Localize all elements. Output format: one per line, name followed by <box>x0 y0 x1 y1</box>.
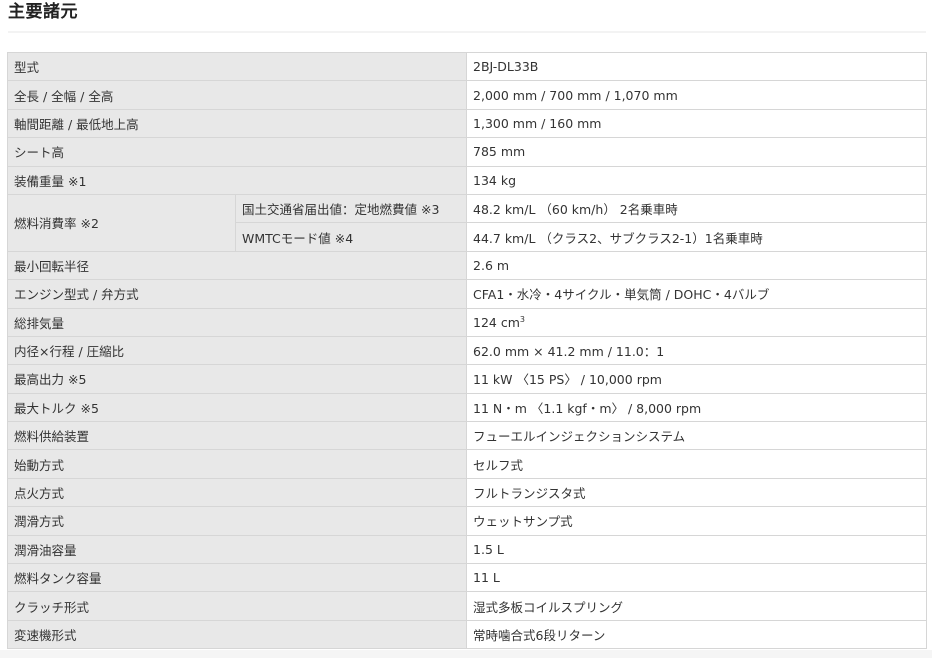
spec-label: シート高 <box>6 137 468 167</box>
table-row: シート高 785 mm <box>6 137 928 167</box>
title-divider <box>8 31 926 33</box>
table-row: 軸間距離 / 最低地上高 1,300 mm / 160 mm <box>6 108 928 139</box>
superscript: 3 <box>519 314 525 324</box>
spec-value: 11 L <box>466 563 928 593</box>
spec-value: CFA1・水冷・4サイクル・単気筒 / DOHC・4バルブ <box>466 279 928 309</box>
spec-value: 2BJ-DL33B <box>466 51 928 82</box>
page-bottom-edge <box>0 650 932 658</box>
spec-label: クラッチ形式 <box>6 591 468 621</box>
spec-value: 124 cm <box>473 314 520 330</box>
spec-sublabel: 国土交通省届出値：定地燃費値 ※3 <box>234 193 468 224</box>
table-row: 全長 / 全幅 / 全高 2,000 mm / 700 mm / 1,070 m… <box>6 80 928 110</box>
table-row: 燃料消費率 ※2 国土交通省届出値：定地燃費値 ※3 48.2 km/L （60… <box>7 193 928 252</box>
table-row: 変速機形式 常時噛合式6段リターン <box>6 619 928 650</box>
spec-value: 2,000 mm / 700 mm / 1,070 mm <box>466 80 928 110</box>
table-row: エンジン型式 / 弁方式 CFA1・水冷・4サイクル・単気筒 / DOHC・4バ… <box>6 279 928 309</box>
spec-value: 常時噛合式6段リターン <box>466 619 928 650</box>
spec-value: 1,300 mm / 160 mm <box>466 108 928 139</box>
spec-value: 785 mm <box>466 137 928 167</box>
spec-label: 潤滑油容量 <box>6 534 468 565</box>
spec-value: フューエルインジェクションシステム <box>466 421 928 451</box>
spec-label: 燃料供給装置 <box>6 421 468 451</box>
table-row: 始動方式 セルフ式 <box>6 449 928 479</box>
spec-value: フルトランジスタ式 <box>466 477 928 508</box>
spec-label: 軸間距離 / 最低地上高 <box>6 108 468 139</box>
spec-label: エンジン型式 / 弁方式 <box>6 279 468 309</box>
table-row: 装備重量 ※1 134 kg <box>6 165 928 195</box>
table-row: 最小回転半径 2.6 m <box>6 250 928 281</box>
spec-label: 最大トルク ※5 <box>6 392 468 423</box>
spec-value: 2.6 m <box>466 250 928 281</box>
spec-value: 134 kg <box>466 165 928 195</box>
table-row: 点火方式 フルトランジスタ式 <box>6 477 928 508</box>
spec-label: 全長 / 全幅 / 全高 <box>6 80 468 110</box>
spec-label: 燃料消費率 ※2 <box>7 193 236 252</box>
spec-label: 潤滑方式 <box>6 506 468 536</box>
spec-value: セルフ式 <box>466 449 928 479</box>
spec-table: 型式 2BJ-DL33B 全長 / 全幅 / 全高 2,000 mm / 700… <box>6 51 928 650</box>
table-row: 燃料タンク容量 11 L <box>6 563 928 593</box>
table-row: 燃料供給装置 フューエルインジェクションシステム <box>6 421 928 451</box>
spec-label: 最高出力 ※5 <box>6 364 468 394</box>
table-row: 総排気量 124 cm3 <box>6 307 928 337</box>
spec-value: 湿式多板コイルスプリング <box>466 591 928 621</box>
table-row: 型式 2BJ-DL33B <box>6 51 928 82</box>
spec-label: 始動方式 <box>6 449 468 479</box>
table-row: 潤滑油容量 1.5 L <box>6 534 928 565</box>
spec-label: 総排気量 <box>6 307 468 337</box>
spec-label: 装備重量 ※1 <box>6 165 468 195</box>
spec-label: 変速機形式 <box>6 619 468 650</box>
spec-value: 1.5 L <box>466 534 928 565</box>
spec-value: 48.2 km/L （60 km/h） 2名乗車時 <box>466 193 928 224</box>
table-row: 内径×行程 / 圧縮比 62.0 mm × 41.2 mm / 11.0：1 <box>6 335 928 366</box>
spec-value: 11 kW 〈15 PS〉 / 10,000 rpm <box>466 364 928 394</box>
table-row: 最高出力 ※5 11 kW 〈15 PS〉 / 10,000 rpm <box>6 364 928 394</box>
table-row: 潤滑方式 ウェットサンプ式 <box>6 506 928 536</box>
spec-value: ウェットサンプ式 <box>466 506 928 536</box>
table-row: クラッチ形式 湿式多板コイルスプリング <box>6 591 928 621</box>
spec-label: 点火方式 <box>6 477 468 508</box>
spec-value: 62.0 mm × 41.2 mm / 11.0：1 <box>466 335 928 366</box>
spec-value-cell: 124 cm3 <box>466 307 928 337</box>
spec-label: 最小回転半径 <box>6 250 468 281</box>
spec-label: 燃料タンク容量 <box>6 563 468 593</box>
spec-value: 11 N・m 〈1.1 kgf・m〉 / 8,000 rpm <box>466 392 928 423</box>
spec-value: 44.7 km/L （クラス2、サブクラス2-1）1名乗車時 <box>466 222 928 252</box>
spec-label: 内径×行程 / 圧縮比 <box>6 335 468 366</box>
page-title: 主要諸元 <box>8 2 78 22</box>
spec-sublabel: WMTCモード値 ※4 <box>234 222 468 252</box>
table-row: 最大トルク ※5 11 N・m 〈1.1 kgf・m〉 / 8,000 rpm <box>6 392 928 423</box>
spec-label: 型式 <box>6 51 468 82</box>
